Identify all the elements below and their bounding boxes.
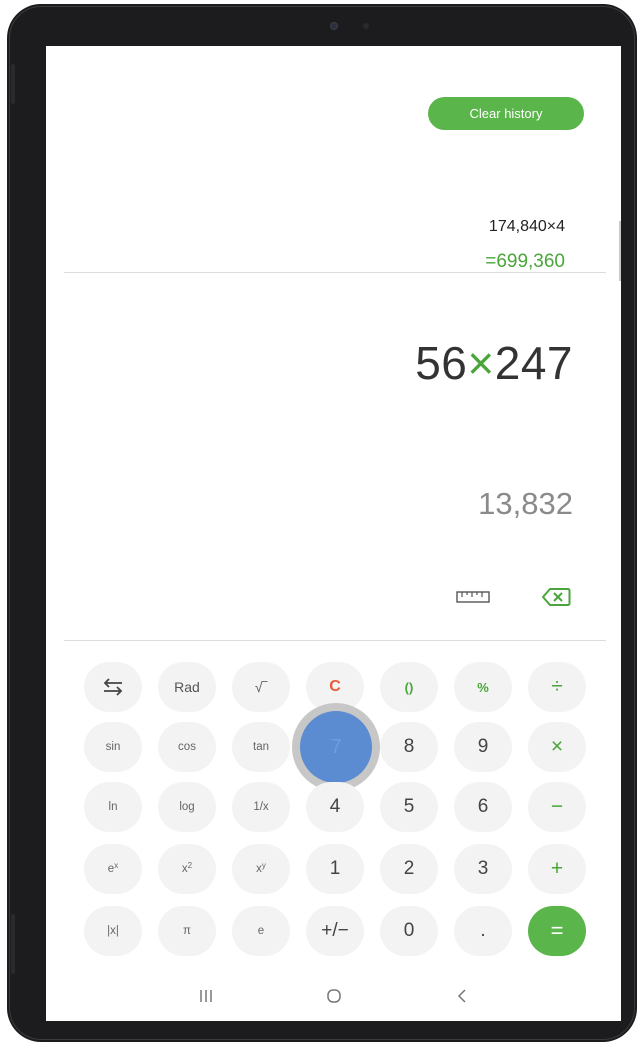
euler-key[interactable]: e xyxy=(232,906,290,956)
backspace-button[interactable] xyxy=(539,585,573,609)
history-expression[interactable]: 174,840×4 xyxy=(489,218,565,236)
rad-key[interactable]: Rad xyxy=(158,662,216,712)
zero-key[interactable]: 0 xyxy=(380,906,438,956)
exp-power: x xyxy=(114,860,119,870)
five-key[interactable]: 5 xyxy=(380,782,438,832)
swap-arrows-icon xyxy=(103,678,123,696)
two-key[interactable]: 2 xyxy=(380,844,438,894)
operand-2: 247 xyxy=(494,337,573,389)
home-icon xyxy=(327,989,341,1003)
sin-key[interactable]: sin xyxy=(84,722,142,772)
recents-icon xyxy=(200,990,212,1002)
power-button xyxy=(11,914,15,974)
tan-key[interactable]: tan xyxy=(232,722,290,772)
light-sensor xyxy=(363,23,369,29)
front-camera xyxy=(330,22,338,30)
pi-key[interactable]: π xyxy=(158,906,216,956)
swap-functions-button[interactable] xyxy=(84,662,142,712)
three-key[interactable]: 3 xyxy=(454,844,512,894)
history-divider xyxy=(64,272,606,273)
seven-key[interactable]: 7 xyxy=(300,711,372,783)
operand-1: 56 xyxy=(415,337,468,389)
parentheses-key[interactable]: () xyxy=(380,662,438,712)
operator-symbol: × xyxy=(467,337,495,389)
multiply-key[interactable]: × xyxy=(528,722,586,772)
nine-key[interactable]: 9 xyxy=(454,722,512,772)
history-scrollbar[interactable] xyxy=(619,221,621,281)
power-key[interactable]: xy xyxy=(232,844,290,894)
four-key[interactable]: 4 xyxy=(306,782,364,832)
equals-key[interactable]: = xyxy=(528,906,586,956)
ln-key[interactable]: ln xyxy=(84,782,142,832)
square-key[interactable]: x2 xyxy=(158,844,216,894)
tablet-frame: Clear history 174,840×4 =699,360 56×247 … xyxy=(7,4,637,1042)
log-key[interactable]: log xyxy=(158,782,216,832)
history-result[interactable]: =699,360 xyxy=(485,251,565,273)
keypad-divider xyxy=(64,640,606,641)
square-power: 2 xyxy=(187,860,193,870)
one-key[interactable]: 1 xyxy=(306,844,364,894)
pressed-key-highlight: 7 xyxy=(292,703,380,791)
result-preview: 13,832 xyxy=(478,486,573,521)
expression-display[interactable]: 56×247 xyxy=(415,336,573,390)
power-power: y xyxy=(261,860,266,870)
navigation-bar xyxy=(46,974,621,1014)
clear-history-button[interactable]: Clear history xyxy=(428,97,584,130)
minus-key[interactable]: − xyxy=(528,782,586,832)
unit-converter-button[interactable] xyxy=(454,586,492,608)
ruler-icon xyxy=(456,591,490,603)
eight-key[interactable]: 8 xyxy=(380,722,438,772)
back-icon xyxy=(457,989,466,1003)
divide-key[interactable]: ÷ xyxy=(528,662,586,712)
six-key[interactable]: 6 xyxy=(454,782,512,832)
calculator-screen: Clear history 174,840×4 =699,360 56×247 … xyxy=(46,46,621,1021)
volume-button xyxy=(11,64,15,104)
back-button[interactable] xyxy=(442,982,482,1010)
negate-key[interactable]: +/− xyxy=(306,906,364,956)
home-button[interactable] xyxy=(314,982,354,1010)
plus-key[interactable]: + xyxy=(528,844,586,894)
abs-key[interactable]: |x| xyxy=(84,906,142,956)
exp-key[interactable]: ex xyxy=(84,844,142,894)
percent-key[interactable]: % xyxy=(454,662,512,712)
reciprocal-key[interactable]: 1/x xyxy=(232,782,290,832)
recents-button[interactable] xyxy=(186,982,226,1010)
decimal-key[interactable]: . xyxy=(454,906,512,956)
cos-key[interactable]: cos xyxy=(158,722,216,772)
backspace-icon xyxy=(542,588,571,606)
sqrt-key[interactable]: √‾ xyxy=(232,662,290,712)
